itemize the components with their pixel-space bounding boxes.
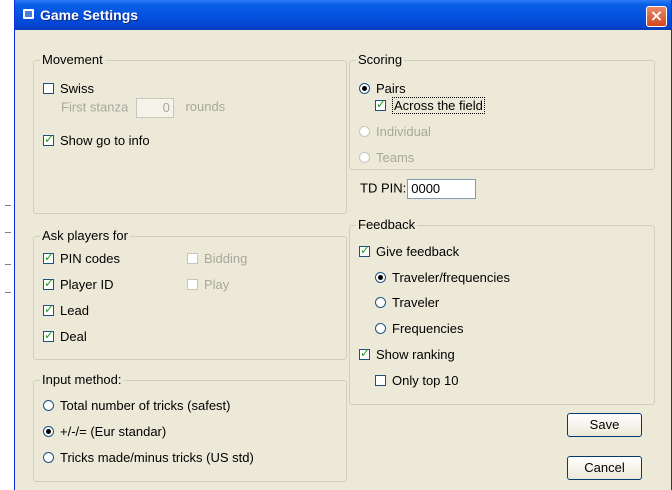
input-eur-standard-radio[interactable]: +/-/= (Eur standar)	[43, 424, 166, 439]
scoring-individual-label: Individual	[376, 124, 431, 139]
scoring-pairs-radio-dot[interactable]	[359, 83, 370, 94]
input-method-group: Input method: Total number of tricks (sa…	[33, 372, 347, 482]
lead-checkbox-box[interactable]	[43, 302, 54, 316]
cancel-button[interactable]: Cancel	[567, 456, 642, 480]
deal-checkbox[interactable]: Deal	[43, 328, 87, 344]
feedback-frequencies-radio[interactable]: Frequencies	[375, 321, 464, 336]
deal-checkbox-box[interactable]	[43, 328, 54, 342]
window-icon	[23, 9, 34, 19]
lead-checkbox[interactable]: Lead	[43, 302, 89, 318]
rounds-label: rounds	[185, 99, 226, 115]
bidding-checkbox[interactable]: Bidding	[187, 251, 247, 266]
title-bar[interactable]: Game Settings ×	[15, 0, 671, 30]
feedback-group: Feedback Give feedback Traveler/frequenc…	[349, 217, 655, 405]
window-title: Game Settings	[40, 7, 139, 23]
scoring-teams-label: Teams	[376, 150, 415, 165]
td-pin-row: TD PIN: 0000	[360, 179, 477, 199]
give-feedback-checkbox-box[interactable]	[359, 243, 370, 257]
show-goto-label: Show go to info	[60, 133, 150, 148]
first-stanza-row: First stanza 0 rounds	[61, 98, 225, 118]
show-ranking-label: Show ranking	[376, 347, 455, 362]
pin-codes-label: PIN codes	[60, 251, 120, 266]
input-total-tricks-label: Total number of tricks (safest)	[60, 398, 231, 413]
input-eur-standard-label: +/-/= (Eur standar)	[60, 424, 167, 439]
input-method-legend: Input method:	[40, 372, 124, 387]
first-stanza-label: First stanza	[61, 99, 129, 115]
background-mark	[5, 232, 11, 233]
give-feedback-label: Give feedback	[376, 244, 460, 259]
across-field-checkbox-box[interactable]	[375, 97, 386, 111]
feedback-traveler-frequencies-label: Traveler/frequencies	[392, 270, 511, 285]
swiss-checkbox[interactable]: Swiss	[43, 81, 94, 96]
scoring-legend: Scoring	[356, 52, 405, 67]
feedback-traveler-radio-dot[interactable]	[375, 297, 386, 308]
input-total-tricks-radio-dot[interactable]	[43, 400, 54, 411]
movement-legend: Movement	[40, 52, 105, 67]
input-us-std-label: Tricks made/minus tricks (US std)	[60, 450, 254, 465]
first-stanza-input[interactable]: 0	[135, 98, 174, 118]
play-checkbox-box[interactable]	[187, 279, 198, 290]
scoring-individual-radio-dot[interactable]	[359, 126, 370, 137]
play-label: Play	[204, 277, 230, 292]
show-goto-checkbox-box[interactable]	[43, 132, 54, 146]
scoring-group: Scoring Pairs Across the field Individua…	[349, 52, 655, 170]
only-top-checkbox-box[interactable]	[375, 375, 386, 386]
scoring-teams-radio[interactable]: Teams	[359, 150, 414, 165]
scoring-teams-radio-dot[interactable]	[359, 152, 370, 163]
scoring-pairs-radio[interactable]: Pairs	[359, 81, 406, 96]
only-top-label: Only top 10	[392, 373, 459, 388]
input-us-std-radio[interactable]: Tricks made/minus tricks (US std)	[43, 450, 254, 465]
pin-codes-checkbox-box[interactable]	[43, 250, 54, 264]
swiss-checkbox-box[interactable]	[43, 83, 54, 94]
scoring-individual-radio[interactable]: Individual	[359, 124, 431, 139]
feedback-traveler-frequencies-radio-dot[interactable]	[375, 272, 386, 283]
swiss-label: Swiss	[60, 81, 94, 96]
show-ranking-checkbox[interactable]: Show ranking	[359, 346, 455, 362]
background-mark	[5, 264, 11, 265]
close-icon: ×	[649, 6, 664, 25]
feedback-traveler-label: Traveler	[392, 295, 440, 310]
feedback-frequencies-label: Frequencies	[392, 321, 464, 336]
player-id-checkbox[interactable]: Player ID	[43, 276, 114, 292]
show-ranking-checkbox-box[interactable]	[359, 346, 370, 360]
close-button[interactable]: ×	[646, 6, 667, 27]
feedback-traveler-frequencies-radio[interactable]: Traveler/frequencies	[375, 270, 510, 285]
player-id-checkbox-box[interactable]	[43, 276, 54, 290]
scoring-pairs-label: Pairs	[376, 81, 406, 96]
td-pin-label: TD PIN:	[360, 180, 407, 196]
only-top-checkbox[interactable]: Only top 10	[375, 373, 459, 388]
give-feedback-checkbox[interactable]: Give feedback	[359, 243, 460, 259]
play-checkbox[interactable]: Play	[187, 277, 229, 292]
pin-codes-checkbox[interactable]: PIN codes	[43, 250, 120, 266]
deal-label: Deal	[60, 329, 87, 344]
show-goto-checkbox[interactable]: Show go to info	[43, 132, 150, 148]
feedback-legend: Feedback	[356, 217, 418, 232]
background-mark	[5, 205, 11, 206]
input-total-tricks-radio[interactable]: Total number of tricks (safest)	[43, 398, 231, 413]
across-field-checkbox[interactable]: Across the field	[375, 97, 485, 114]
feedback-traveler-radio[interactable]: Traveler	[375, 295, 439, 310]
save-button[interactable]: Save	[567, 413, 642, 437]
bidding-checkbox-box[interactable]	[187, 253, 198, 264]
across-field-label: Across the field	[392, 97, 485, 114]
input-eur-standard-radio-dot[interactable]	[43, 426, 54, 437]
input-us-std-radio-dot[interactable]	[43, 452, 54, 463]
player-id-label: Player ID	[60, 277, 114, 292]
ask-players-legend: Ask players for	[40, 228, 130, 243]
bidding-label: Bidding	[204, 251, 248, 266]
feedback-frequencies-radio-dot[interactable]	[375, 323, 386, 334]
background-mark	[5, 292, 11, 293]
game-settings-dialog: Game Settings × Movement Swiss First sta…	[14, 0, 672, 490]
movement-group: Movement Swiss First stanza 0 rounds Sho…	[33, 52, 347, 214]
lead-label: Lead	[60, 303, 89, 318]
ask-players-group: Ask players for PIN codes Player ID Lead…	[33, 228, 347, 360]
td-pin-input[interactable]: 0000	[407, 179, 477, 199]
